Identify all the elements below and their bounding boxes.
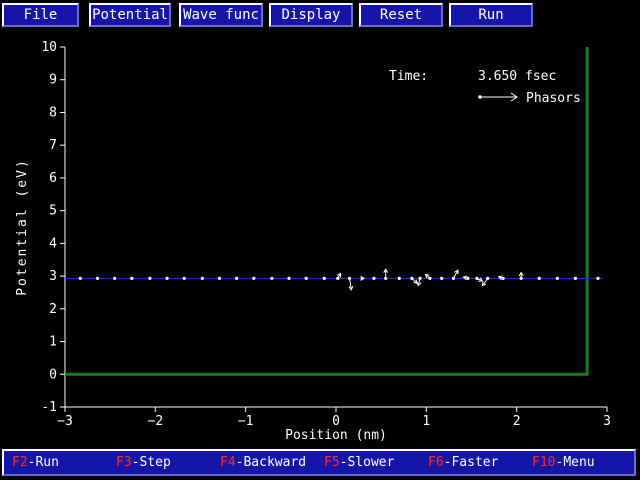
phasor-dot — [537, 276, 541, 280]
phasor-dot — [182, 276, 186, 280]
y-axis-label: Potential (eV) — [15, 158, 30, 296]
phasor-dot — [78, 276, 82, 280]
f10-key-label: F10 — [532, 455, 556, 470]
phasor-dot — [217, 276, 222, 280]
y-tick-label: 8 — [49, 105, 57, 120]
f3-action-label: Step — [139, 455, 171, 470]
y-tick-label: 7 — [49, 138, 57, 153]
phasor-dot — [148, 276, 152, 280]
y-tick-label: 4 — [49, 236, 57, 251]
x-tick-label: 2 — [513, 414, 521, 429]
menu-bar: File Potential Wave func Display Reset R… — [0, 0, 640, 30]
plot-area: -1 0 1 2 3 4 5 6 7 8 9 10 −3 −2 −1 0 1 2 3 Position (nm) P… — [0, 30, 640, 448]
y-tick-label: 10 — [41, 40, 57, 55]
potential-menu-button[interactable]: Potential — [89, 3, 171, 27]
y-tick-label: 6 — [49, 171, 57, 186]
phasor-dot — [95, 276, 100, 280]
f4-action-label: Backward — [243, 455, 307, 470]
y-tick-label: 2 — [49, 302, 57, 317]
f4-key-label: F4 — [220, 455, 236, 470]
file-menu-button[interactable]: File — [2, 3, 79, 27]
function-key-bar: F2-Run F3-Step F4-Backward F5-Slower F6-… — [2, 449, 636, 476]
f3-key-label: F3 — [116, 455, 132, 470]
phasor-dot — [573, 276, 577, 280]
x-tick-label: 3 — [603, 414, 611, 429]
phasor-dot — [322, 276, 326, 280]
application-window: File Potential Wave func Display Reset R… — [0, 0, 640, 480]
phasor-dot — [372, 276, 376, 280]
f5-action-label: Slower — [347, 455, 395, 470]
potential-line — [65, 47, 589, 376]
phasor-dot — [397, 276, 401, 280]
phasor-dot — [113, 276, 117, 280]
phasor-dot — [235, 276, 239, 280]
chart-series — [65, 47, 603, 376]
phasor-dot — [130, 276, 134, 280]
x-tick-label: −3 — [57, 414, 73, 429]
y-tick-label: 1 — [49, 335, 57, 350]
phasor-markers — [78, 268, 600, 291]
f2-key-label: F2 — [12, 455, 28, 470]
f6-key-label: F6 — [428, 455, 444, 470]
y-tick-label: -1 — [41, 400, 57, 415]
run-button[interactable]: Run — [449, 3, 533, 27]
axis-labels: Position (nm) Potential (eV) — [15, 158, 387, 443]
y-tick-label: 0 — [49, 367, 57, 382]
display-menu-button[interactable]: Display — [269, 3, 353, 27]
f3-step-key[interactable]: F3-Step — [116, 455, 171, 470]
time-readout: Time: 3.650 fsec Phasors — [389, 69, 581, 106]
y-tick-label: 3 — [49, 269, 57, 284]
phasor-dot — [287, 276, 291, 280]
x-tick-label: 0 — [332, 414, 340, 429]
x-axis-label: Position (nm) — [285, 428, 387, 443]
x-tick-label: −1 — [238, 414, 254, 429]
y-tick-label: 9 — [49, 73, 57, 88]
f5-slower-key[interactable]: F5-Slower — [324, 455, 394, 470]
y-tick-label: 5 — [49, 204, 57, 219]
f10-menu-key[interactable]: F10-Menu — [532, 455, 595, 470]
time-label: Time: — [389, 69, 428, 84]
f2-run-key[interactable]: F2-Run — [12, 455, 59, 470]
f4-backward-key[interactable]: F4-Backward — [220, 455, 306, 470]
phasor-dot — [200, 276, 204, 280]
phasor-dot — [165, 276, 169, 280]
time-value: 3.650 fsec — [478, 69, 556, 84]
reset-button[interactable]: Reset — [359, 3, 443, 27]
phasor-dot — [304, 276, 308, 280]
potential-chart: -1 0 1 2 3 4 5 6 7 8 9 10 −3 −2 −1 0 1 2 3 Position (nm) P… — [15, 40, 611, 443]
f5-key-label: F5 — [324, 455, 340, 470]
phasor-dot — [270, 276, 274, 280]
f2-action-label: Run — [35, 455, 59, 470]
f10-action-label: Menu — [563, 455, 595, 470]
phasor-dot — [596, 276, 600, 280]
phasor-dot — [252, 276, 256, 280]
f6-faster-key[interactable]: F6-Faster — [428, 455, 498, 470]
phasors-label: Phasors — [526, 91, 581, 106]
f6-action-label: Faster — [451, 455, 499, 470]
wave-func-menu-button[interactable]: Wave func — [179, 3, 263, 27]
phasor-dot — [555, 276, 559, 280]
x-tick-label: 1 — [422, 414, 430, 429]
phasor-dot — [440, 276, 444, 280]
x-tick-label: −2 — [148, 414, 164, 429]
